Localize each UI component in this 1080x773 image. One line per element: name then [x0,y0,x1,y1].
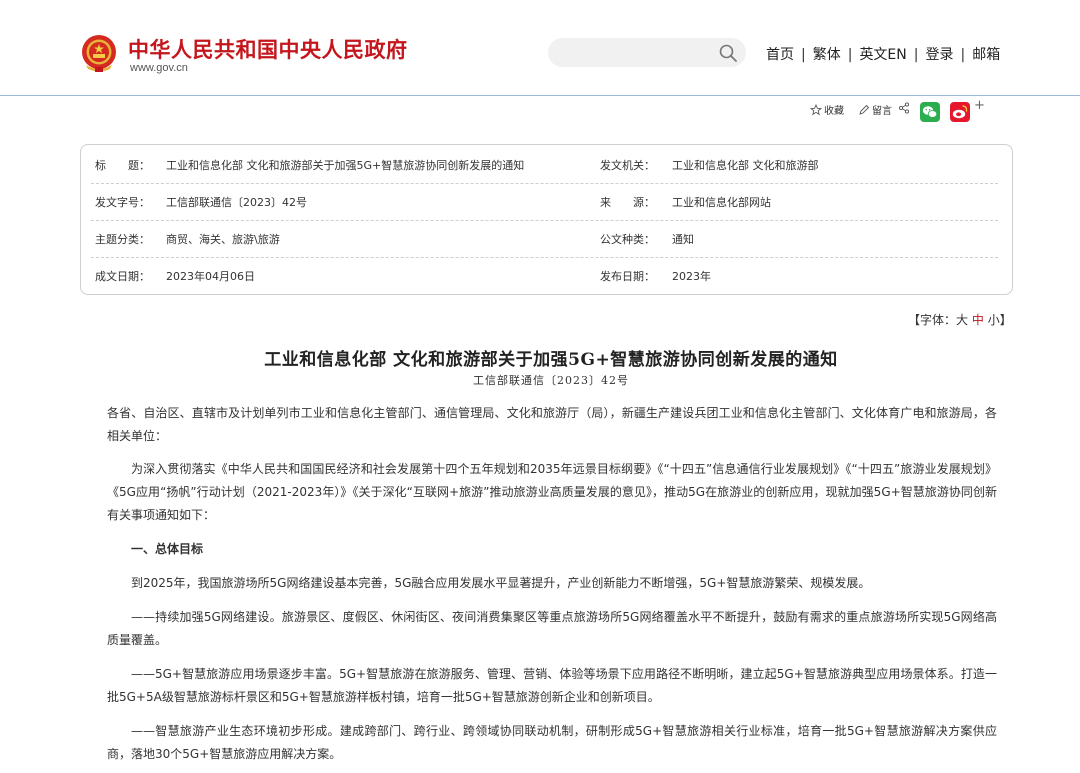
nav-login[interactable]: 登录 [925,47,953,63]
site-url: www.gov.cn [130,62,188,74]
nav-mail[interactable]: 邮箱 [972,47,1000,63]
nav-home[interactable]: 首页 [766,47,794,63]
source-label: 来 源： [600,196,655,209]
nav-separator: | [960,47,966,63]
nav-separator: | [913,47,919,63]
font-size-switcher: 【字体：大 中 小】 [908,311,1012,328]
paragraph-addressees: 各省、自治区、直辖市及计划单列市工业和信息化主管部门、通信管理局、文化和旅游厅（… [107,406,997,443]
more-share-button[interactable]: + [974,98,985,113]
pub-label: 发布日期： [600,270,655,283]
nav-traditional[interactable]: 繁体 [813,47,841,63]
docno-label: 发文字号： [95,196,150,209]
paragraph-network: ——持续加强5G网络建设。旅游景区、度假区、休闲街区、夜间消费集聚区等重点旅游场… [107,610,997,647]
section-heading: 一、总体目标 [131,542,204,556]
title-label: 标 题： [95,159,150,172]
info-row: 标 题： 工业和信息化部 文化和旅游部关于加强5G+智慧旅游协同创新发展的通知 … [91,147,998,184]
document-number: 工信部联通信〔2023〕42号 [473,374,629,387]
paragraph-scenarios: ——5G+智慧旅游应用场景逐步丰富。5G+智慧旅游在旅游服务、管理、营销、体验等… [107,667,997,704]
national-emblem-icon[interactable] [80,33,118,73]
title-value: 工业和信息化部 文化和旅游部关于加强5G+智慧旅游协同创新发展的通知 [166,159,525,172]
comment-label: 留言 [872,106,892,117]
info-row: 发文字号： 工信部联通信〔2023〕42号 来 源： 工业和信息化部网站 [91,184,998,221]
share-icon [898,102,910,114]
topic-value: 商贸、海关、旅游\旅游 [166,233,280,246]
issuer-label: 发文机关： [600,159,655,172]
nav-separator: | [801,47,806,63]
font-size-small[interactable]: 小 [988,313,1000,327]
wechat-share-button[interactable] [920,102,940,122]
document-title: 工业和信息化部 文化和旅游部关于加强5G+智慧旅游协同创新发展的通知 [264,350,838,370]
info-row: 成文日期： 2023年04月06日 发布日期： 2023年 [91,258,998,295]
top-nav: 首页 | 繁体 | 英文EN | 登录 | 邮箱 [766,44,1000,64]
font-size-suffix: 】 [999,313,1012,327]
collect-label: 收藏 [824,106,844,117]
pub-value: 2023年 [672,270,711,283]
search-input[interactable] [548,38,746,67]
issuer-value: 工业和信息化部 文化和旅游部 [672,159,819,172]
type-value: 通知 [672,233,694,246]
weibo-icon [950,102,970,122]
paragraph-ecosystem: ——智慧旅游产业生态环境初步形成。建成跨部门、跨行业、跨领域协同联动机制，研制形… [107,724,997,761]
document-body: 各省、自治区、直辖市及计划单列市工业和信息化主管部门、通信管理局、文化和旅游厅（… [107,402,997,766]
star-icon [810,103,822,115]
site-title[interactable]: 中华人民共和国中央人民政府 [128,34,408,64]
paragraph-intro: 为深入贯彻落实《中华人民共和国国民经济和社会发展第十四个五年规划和2035年远景… [107,462,997,522]
collect-button[interactable]: 收藏 [810,102,844,117]
source-value: 工业和信息化部网站 [672,196,771,209]
comment-button[interactable]: 留言 [858,102,892,117]
nav-separator: | [847,47,853,63]
date-label: 成文日期： [95,270,150,283]
share-button[interactable] [898,102,910,114]
font-size-prefix: 【字体： [908,313,957,327]
weibo-share-button[interactable] [950,102,970,122]
topic-label: 主题分类： [95,233,150,246]
font-size-large[interactable]: 大 [956,313,968,327]
font-size-medium[interactable]: 中 [972,313,984,327]
type-label: 公文种类： [600,233,655,246]
info-row: 主题分类： 商贸、海关、旅游\旅游 公文种类： 通知 [91,221,998,258]
docno-value: 工信部联通信〔2023〕42号 [166,196,307,209]
paragraph-goal: 到2025年，我国旅游场所5G网络建设基本完善，5G融合应用发展水平显著提升，产… [131,576,871,590]
wechat-icon [920,102,940,122]
nav-english[interactable]: 英文EN [859,47,906,63]
search-icon[interactable] [718,43,738,63]
document-info-panel: 标 题： 工业和信息化部 文化和旅游部关于加强5G+智慧旅游协同创新发展的通知 … [80,144,1013,295]
date-value: 2023年04月06日 [166,270,255,283]
site-header: 中华人民共和国中央人民政府 www.gov.cn 首页 | 繁体 | 英文EN | 登录 | 邮… [0,0,1080,96]
pencil-icon [859,104,870,115]
